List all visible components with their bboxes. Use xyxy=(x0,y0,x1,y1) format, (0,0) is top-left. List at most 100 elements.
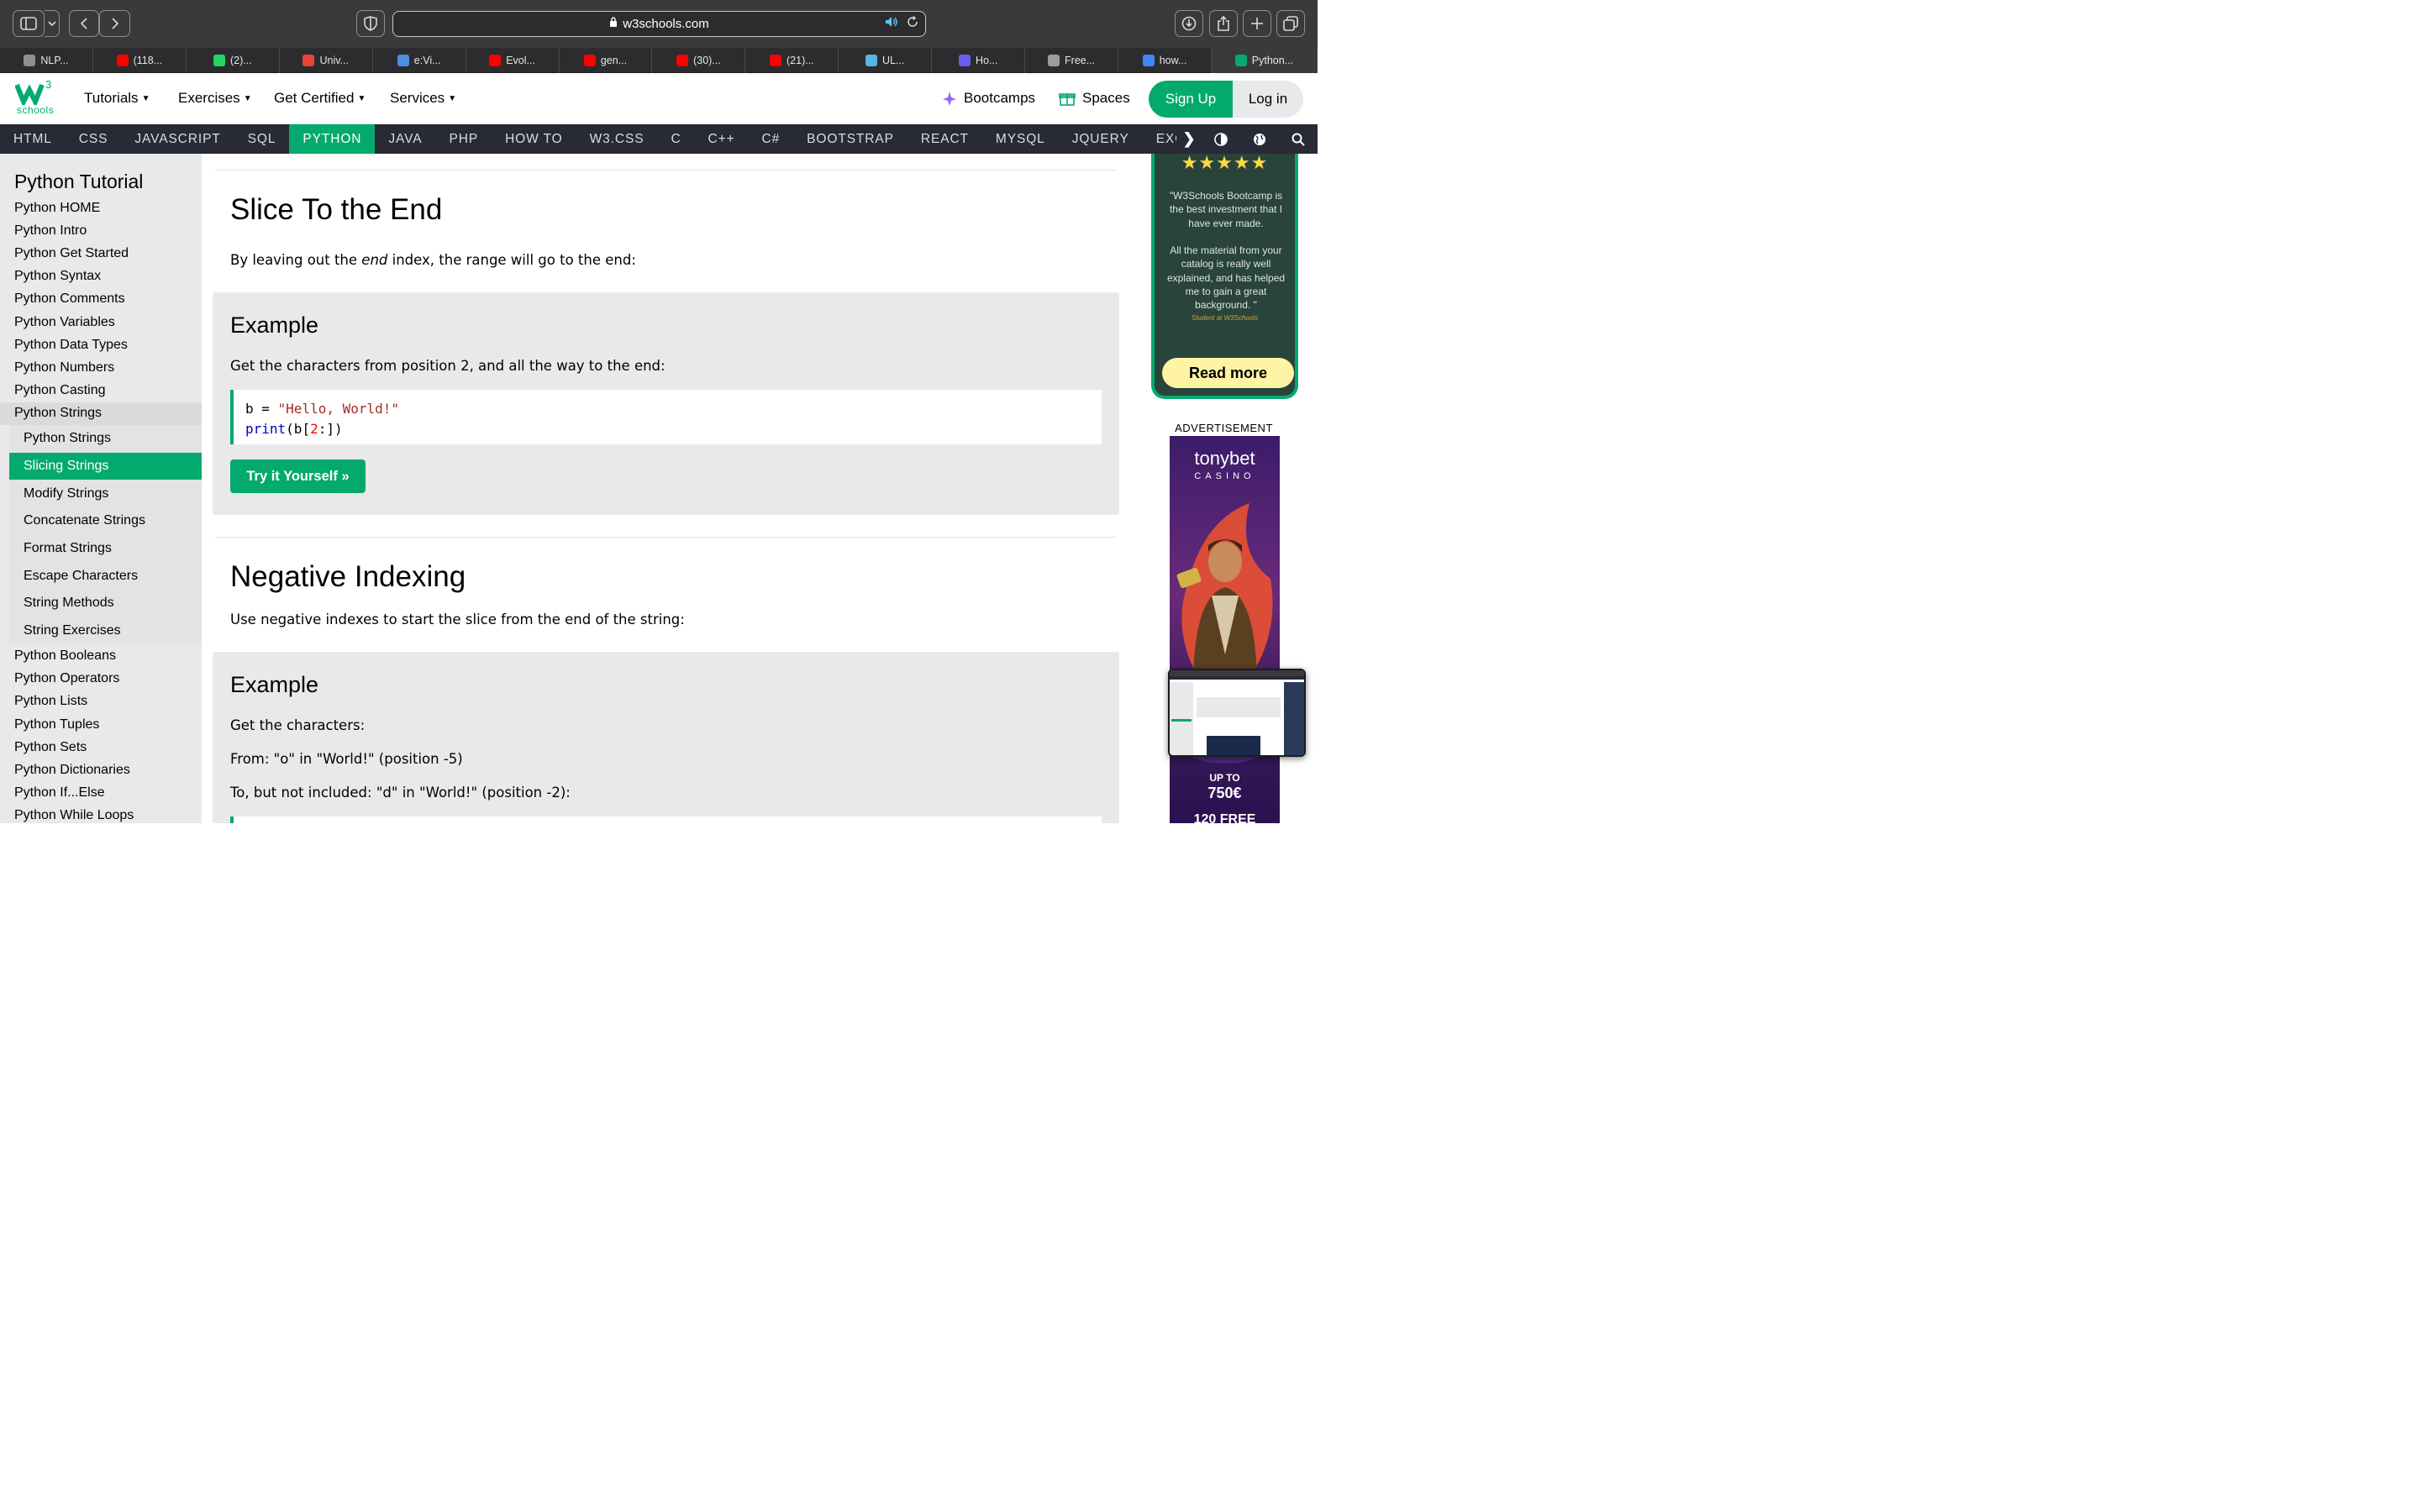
chevron-right-icon[interactable]: ❯ xyxy=(1176,130,1202,148)
topic-c[interactable]: C xyxy=(657,124,694,154)
caret-down-icon: ▼ xyxy=(141,93,150,103)
sidebar-item-python-data-types[interactable]: Python Data Types xyxy=(0,333,202,356)
topic-python[interactable]: PYTHON xyxy=(289,124,376,154)
globe-icon[interactable] xyxy=(1240,133,1279,146)
sidebar-item-python-dictionaries[interactable]: Python Dictionaries xyxy=(0,759,202,781)
topic-how-to[interactable]: HOW TO xyxy=(492,124,576,154)
sidebar-menu-button[interactable] xyxy=(45,10,60,37)
browser-tab[interactable]: (30)... xyxy=(652,48,746,73)
spaces-link[interactable]: Spaces xyxy=(1059,90,1130,107)
browser-tab[interactable]: gen... xyxy=(560,48,653,73)
sidebar-item-python-syntax[interactable]: Python Syntax xyxy=(0,265,202,288)
topic-bootstrap[interactable]: BOOTSTRAP xyxy=(793,124,908,154)
browser-tab-label: (2)... xyxy=(229,55,252,66)
topic-jquery[interactable]: JQUERY xyxy=(1059,124,1143,154)
thumb-video xyxy=(1207,736,1260,755)
privacy-report-button[interactable] xyxy=(356,10,385,37)
divider xyxy=(215,537,1117,538)
services-menu[interactable]: Services ▼ xyxy=(390,90,456,107)
tutorial-sidebar: Python Tutorial Python HOME Python Intro P… xyxy=(0,154,202,823)
sidebar-item-python-casting[interactable]: Python Casting xyxy=(0,380,202,402)
get-certified-label: Get Certified xyxy=(274,90,355,106)
sidebar-item-python-intro[interactable]: Python Intro xyxy=(0,219,202,242)
topic-css[interactable]: CSS xyxy=(66,124,122,154)
sidebar-item-python-lists[interactable]: Python Lists xyxy=(0,690,202,713)
sidebar-item-python-comments[interactable]: Python Comments xyxy=(0,288,202,311)
browser-tab-label: how... xyxy=(1159,55,1187,66)
sidebar-toggle-button[interactable] xyxy=(13,10,45,37)
topic-javascript[interactable]: JAVASCRIPT xyxy=(121,124,234,154)
try-it-yourself-button[interactable]: Try it Yourself » xyxy=(230,459,366,493)
sidebar-item-string-exercises[interactable]: String Exercises xyxy=(9,617,202,645)
sidebar-item-python-if-else[interactable]: Python If...Else xyxy=(0,782,202,805)
sidebar-item-python-while-loops[interactable]: Python While Loops xyxy=(0,805,202,823)
topic-html[interactable]: HTML xyxy=(0,124,66,154)
sidebar-item-python-operators[interactable]: Python Operators xyxy=(0,668,202,690)
forward-button[interactable] xyxy=(99,10,130,37)
topic-c[interactable]: C# xyxy=(749,124,794,154)
browser-tab[interactable]: Free... xyxy=(1025,48,1119,73)
browser-tab[interactable]: NLP... xyxy=(0,48,93,73)
share-button[interactable] xyxy=(1209,10,1238,37)
search-icon[interactable] xyxy=(1279,133,1318,146)
browser-tab[interactable]: Evol... xyxy=(466,48,560,73)
w3schools-logo[interactable]: 3 schools xyxy=(15,78,55,118)
browser-tab[interactable]: Univ... xyxy=(280,48,373,73)
topic-php[interactable]: PHP xyxy=(435,124,492,154)
sidebar-item-python-variables[interactable]: Python Variables xyxy=(0,311,202,333)
sidebar-item-python-tuples[interactable]: Python Tuples xyxy=(0,713,202,736)
topic-mysql[interactable]: MYSQL xyxy=(982,124,1059,154)
get-certified-menu[interactable]: Get Certified ▼ xyxy=(274,90,366,107)
topic-w3-css[interactable]: W3.CSS xyxy=(576,124,658,154)
sidebar-item-python-get-started[interactable]: Python Get Started xyxy=(0,242,202,265)
favicon-icon xyxy=(865,55,878,66)
ad-upto: UP TO xyxy=(1209,772,1240,784)
browser-tab[interactable]: (2)... xyxy=(187,48,280,73)
topic-sql[interactable]: SQL xyxy=(234,124,290,154)
favicon-icon xyxy=(1142,55,1155,66)
browser-tab[interactable]: how... xyxy=(1118,48,1212,73)
tutorials-menu[interactable]: Tutorials ▼ xyxy=(84,90,150,107)
sidebar-item-python-strings[interactable]: Python Strings xyxy=(0,402,202,425)
contrast-icon[interactable] xyxy=(1202,132,1240,146)
read-more-button[interactable]: Read more xyxy=(1162,358,1294,388)
topic-c[interactable]: C++ xyxy=(695,124,749,154)
topic-java[interactable]: JAVA xyxy=(375,124,435,154)
tab-overview-button[interactable] xyxy=(1276,10,1305,37)
browser-tab-label: (30)... xyxy=(693,55,721,66)
topic-react[interactable]: REACT xyxy=(908,124,982,154)
browser-tab[interactable]: (21)... xyxy=(745,48,839,73)
favicon-icon xyxy=(24,55,36,66)
speaker-icon[interactable] xyxy=(885,16,898,31)
sidebar-item-string-methods[interactable]: String Methods xyxy=(9,590,202,617)
sidebar-item-python-booleans[interactable]: Python Booleans xyxy=(0,644,202,667)
browser-tab[interactable]: Ho... xyxy=(932,48,1026,73)
browser-tab[interactable]: (118... xyxy=(93,48,187,73)
advertisement-banner[interactable]: tonybet CASINO UP TO 750€ 120 FREE xyxy=(1170,436,1280,823)
sidebar-item-format-strings[interactable]: Format Strings xyxy=(9,535,202,563)
back-button[interactable] xyxy=(69,10,99,37)
new-tab-button[interactable] xyxy=(1243,10,1271,37)
spaces-label: Spaces xyxy=(1082,90,1130,106)
exercises-menu[interactable]: Exercises ▼ xyxy=(178,90,252,107)
sidebar-item-slicing-strings[interactable]: Slicing Strings xyxy=(9,452,202,480)
sidebar-item-escape-characters[interactable]: Escape Characters xyxy=(9,562,202,590)
address-bar[interactable]: w3schools.com xyxy=(392,11,926,37)
example-description: Get the characters from position 2, and … xyxy=(230,358,666,374)
sidebar-item-python-sets[interactable]: Python Sets xyxy=(0,736,202,759)
browser-tab[interactable]: UL... xyxy=(839,48,933,73)
bootcamps-link[interactable]: Bootcamps xyxy=(942,90,1035,107)
sidebar-item-python-strings[interactable]: Python Strings xyxy=(9,425,202,453)
browser-tab-label: Python... xyxy=(1251,55,1294,66)
browser-tab[interactable]: Python... xyxy=(1211,48,1318,73)
log-in-button[interactable]: Log in xyxy=(1233,81,1303,118)
reload-icon[interactable] xyxy=(907,15,918,31)
browser-tab[interactable]: e:Vi... xyxy=(373,48,466,73)
sidebar-item-python-numbers[interactable]: Python Numbers xyxy=(0,356,202,379)
sign-up-button[interactable]: Sign Up xyxy=(1149,81,1233,118)
page-thumbnail-preview[interactable] xyxy=(1168,669,1306,757)
sidebar-item-concatenate-strings[interactable]: Concatenate Strings xyxy=(9,507,202,535)
downloads-button[interactable] xyxy=(1175,10,1203,37)
sidebar-item-python-home[interactable]: Python HOME xyxy=(0,197,202,219)
sidebar-item-modify-strings[interactable]: Modify Strings xyxy=(9,480,202,507)
